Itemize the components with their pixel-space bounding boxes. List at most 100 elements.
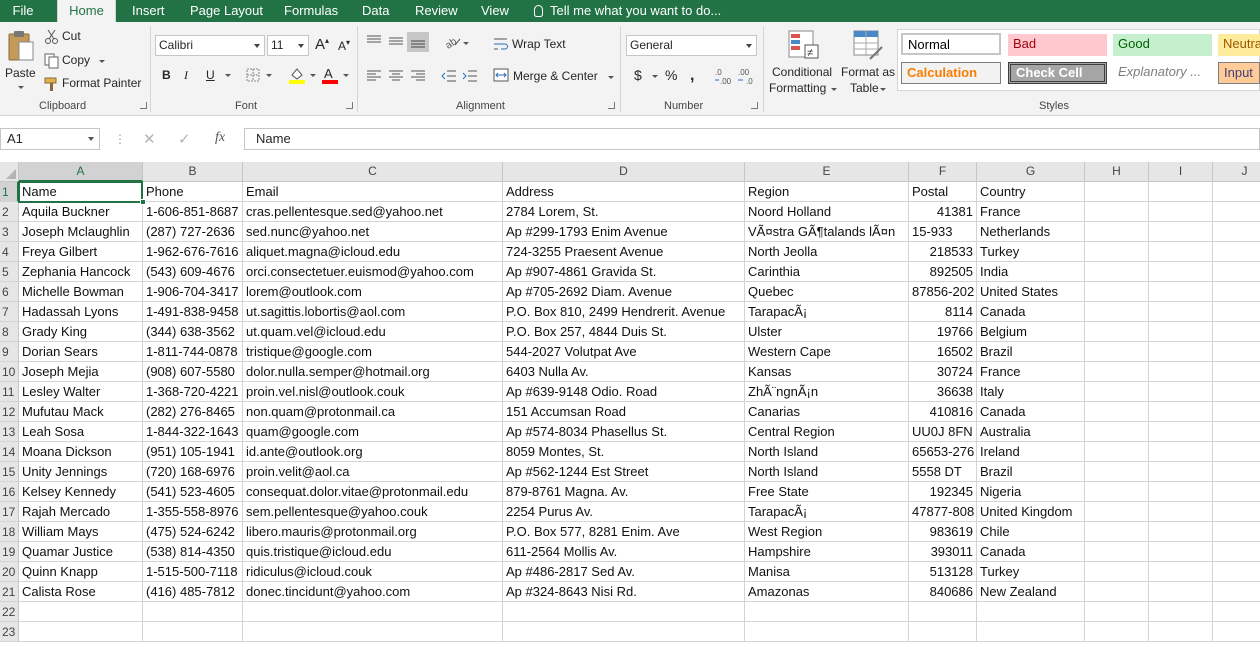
cell-g3[interactable]: Netherlands — [977, 222, 1085, 242]
cell-b23[interactable] — [143, 622, 243, 642]
cell-f7[interactable]: 8114 — [909, 302, 977, 322]
cell-c4[interactable]: aliquet.magna@icloud.edu — [243, 242, 503, 262]
cell-i5[interactable] — [1149, 262, 1213, 282]
cell-j11[interactable] — [1213, 382, 1260, 402]
row-header-2[interactable]: 2 — [0, 202, 19, 222]
cell-a4[interactable]: Freya Gilbert — [19, 242, 143, 262]
column-header-h[interactable]: H — [1085, 162, 1149, 182]
cell-g7[interactable]: Canada — [977, 302, 1085, 322]
cell-c23[interactable] — [243, 622, 503, 642]
cell-g22[interactable] — [977, 602, 1085, 622]
align-right-icon[interactable] — [410, 69, 426, 83]
cell-b1[interactable]: Phone — [143, 182, 243, 202]
cell-c18[interactable]: libero.mauris@protonmail.org — [243, 522, 503, 542]
cell-d20[interactable]: Ap #486-2817 Sed Av. — [503, 562, 745, 582]
cell-i17[interactable] — [1149, 502, 1213, 522]
cell-c9[interactable]: tristique@google.com — [243, 342, 503, 362]
cell-f8[interactable]: 19766 — [909, 322, 977, 342]
grow-font-button[interactable]: A▴ — [315, 36, 329, 53]
cell-j23[interactable] — [1213, 622, 1260, 642]
cell-f10[interactable]: 30724 — [909, 362, 977, 382]
tab-formulas[interactable]: Formulas — [284, 0, 338, 22]
formula-input[interactable]: Name — [244, 128, 1260, 150]
cell-g8[interactable]: Belgium — [977, 322, 1085, 342]
cell-a21[interactable]: Calista Rose — [19, 582, 143, 602]
cell-a18[interactable]: William Mays — [19, 522, 143, 542]
cell-g23[interactable] — [977, 622, 1085, 642]
cell-f21[interactable]: 840686 — [909, 582, 977, 602]
cell-e16[interactable]: Free State — [745, 482, 909, 502]
cell-e3[interactable]: VÃ¤stra GÃ¶talands lÃ¤n — [745, 222, 909, 242]
cell-f20[interactable]: 513128 — [909, 562, 977, 582]
cell-f2[interactable]: 41381 — [909, 202, 977, 222]
cell-h21[interactable] — [1085, 582, 1149, 602]
cell-i2[interactable] — [1149, 202, 1213, 222]
fill-color-icon[interactable] — [288, 66, 306, 84]
cell-a6[interactable]: Michelle Bowman — [19, 282, 143, 302]
cell-b15[interactable]: (720) 168-6976 — [143, 462, 243, 482]
cell-h13[interactable] — [1085, 422, 1149, 442]
cell-i23[interactable] — [1149, 622, 1213, 642]
cell-a10[interactable]: Joseph Mejia — [19, 362, 143, 382]
cell-i3[interactable] — [1149, 222, 1213, 242]
cell-c1[interactable]: Email — [243, 182, 503, 202]
row-header-4[interactable]: 4 — [0, 242, 19, 262]
cell-f14[interactable]: 65653-276 — [909, 442, 977, 462]
style-normal[interactable]: Normal — [901, 33, 1001, 55]
column-header-d[interactable]: D — [503, 162, 745, 182]
cell-f9[interactable]: 16502 — [909, 342, 977, 362]
cell-b22[interactable] — [143, 602, 243, 622]
cell-d8[interactable]: P.O. Box 257, 4844 Duis St. — [503, 322, 745, 342]
enter-icon[interactable]: ✓ — [178, 130, 191, 148]
cell-e4[interactable]: North Jeolla — [745, 242, 909, 262]
cell-d15[interactable]: Ap #562-1244 Est Street — [503, 462, 745, 482]
tell-me-search[interactable]: Tell me what you want to do... — [534, 0, 721, 22]
cell-e11[interactable]: ZhÃ¨ngnÃ¡n — [745, 382, 909, 402]
row-header-14[interactable]: 14 — [0, 442, 19, 462]
row-header-23[interactable]: 23 — [0, 622, 19, 642]
cell-g18[interactable]: Chile — [977, 522, 1085, 542]
cell-d19[interactable]: 611-2564 Mollis Av. — [503, 542, 745, 562]
decrease-decimal-icon[interactable]: .00.0 — [737, 67, 757, 85]
cell-a11[interactable]: Lesley Walter — [19, 382, 143, 402]
cell-i9[interactable] — [1149, 342, 1213, 362]
cell-j15[interactable] — [1213, 462, 1260, 482]
cell-j14[interactable] — [1213, 442, 1260, 462]
cell-a1[interactable]: Name — [19, 182, 143, 202]
cell-g2[interactable]: France — [977, 202, 1085, 222]
cell-h9[interactable] — [1085, 342, 1149, 362]
cell-a22[interactable] — [19, 602, 143, 622]
cell-h17[interactable] — [1085, 502, 1149, 522]
cell-a16[interactable]: Kelsey Kennedy — [19, 482, 143, 502]
cell-i4[interactable] — [1149, 242, 1213, 262]
cell-c17[interactable]: sem.pellentesque@yahoo.couk — [243, 502, 503, 522]
cell-h12[interactable] — [1085, 402, 1149, 422]
align-top-icon[interactable] — [366, 34, 382, 48]
italic-icon[interactable]: I — [184, 68, 188, 83]
cell-f3[interactable]: 15-933 — [909, 222, 977, 242]
cell-d9[interactable]: 544-2027 Volutpat Ave — [503, 342, 745, 362]
cell-f15[interactable]: 5558 DT — [909, 462, 977, 482]
font-color-button[interactable]: A — [322, 66, 338, 84]
cell-a3[interactable]: Joseph Mclaughlin — [19, 222, 143, 242]
align-left-icon[interactable] — [366, 69, 382, 83]
cell-d11[interactable]: Ap #639-9148 Odio. Road — [503, 382, 745, 402]
cell-j6[interactable] — [1213, 282, 1260, 302]
cell-i11[interactable] — [1149, 382, 1213, 402]
row-header-17[interactable]: 17 — [0, 502, 19, 522]
cell-b12[interactable]: (282) 276-8465 — [143, 402, 243, 422]
cell-c11[interactable]: proin.vel.nisl@outlook.couk — [243, 382, 503, 402]
cell-b6[interactable]: 1-906-704-3417 — [143, 282, 243, 302]
cell-h14[interactable] — [1085, 442, 1149, 462]
cell-b10[interactable]: (908) 607-5580 — [143, 362, 243, 382]
style-input[interactable]: Input — [1218, 62, 1260, 84]
cell-b9[interactable]: 1-811-744-0878 — [143, 342, 243, 362]
cell-h20[interactable] — [1085, 562, 1149, 582]
cell-j16[interactable] — [1213, 482, 1260, 502]
cell-f1[interactable]: Postal — [909, 182, 977, 202]
row-header-11[interactable]: 11 — [0, 382, 19, 402]
cell-c22[interactable] — [243, 602, 503, 622]
cell-e18[interactable]: West Region — [745, 522, 909, 542]
cell-h7[interactable] — [1085, 302, 1149, 322]
currency-format-icon[interactable]: $ — [634, 67, 642, 83]
